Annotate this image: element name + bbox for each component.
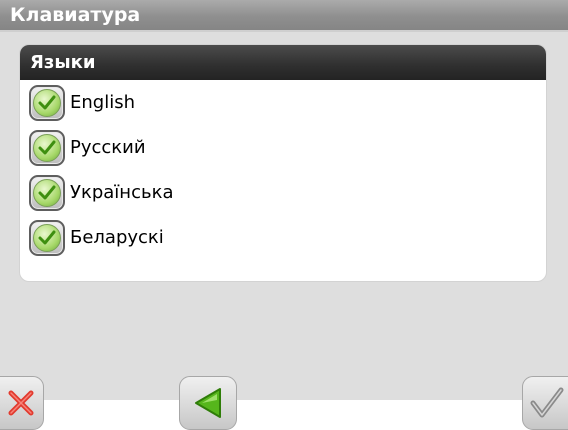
back-arrow-icon: [195, 388, 221, 418]
language-label: English: [70, 92, 135, 113]
window-title: Клавиатура: [0, 0, 568, 32]
ok-button[interactable]: [522, 376, 568, 430]
checkmark-icon: [530, 387, 564, 418]
check-icon: [33, 223, 61, 252]
languages-panel: Языки English Русский Українська Беларус…: [19, 44, 547, 282]
language-label: Українська: [70, 182, 174, 203]
back-button[interactable]: [179, 376, 237, 430]
check-icon: [33, 133, 61, 162]
cancel-button[interactable]: [0, 376, 44, 430]
language-checkbox[interactable]: [29, 84, 65, 121]
language-label: Беларускі: [70, 227, 164, 248]
language-list: English Русский Українська Беларускі: [20, 80, 546, 260]
language-item-ukrainian[interactable]: Українська: [20, 170, 546, 215]
panel-title: Языки: [20, 45, 546, 80]
check-icon: [33, 178, 61, 207]
language-checkbox[interactable]: [29, 219, 65, 256]
language-checkbox[interactable]: [29, 174, 65, 211]
language-item-belarusian[interactable]: Беларускі: [20, 215, 546, 260]
language-checkbox[interactable]: [29, 129, 65, 166]
language-item-russian[interactable]: Русский: [20, 125, 546, 170]
language-item-english[interactable]: English: [20, 80, 546, 125]
language-label: Русский: [70, 137, 146, 158]
close-x-icon: [8, 390, 34, 416]
bottom-toolbar: [0, 400, 568, 430]
check-icon: [33, 88, 61, 117]
